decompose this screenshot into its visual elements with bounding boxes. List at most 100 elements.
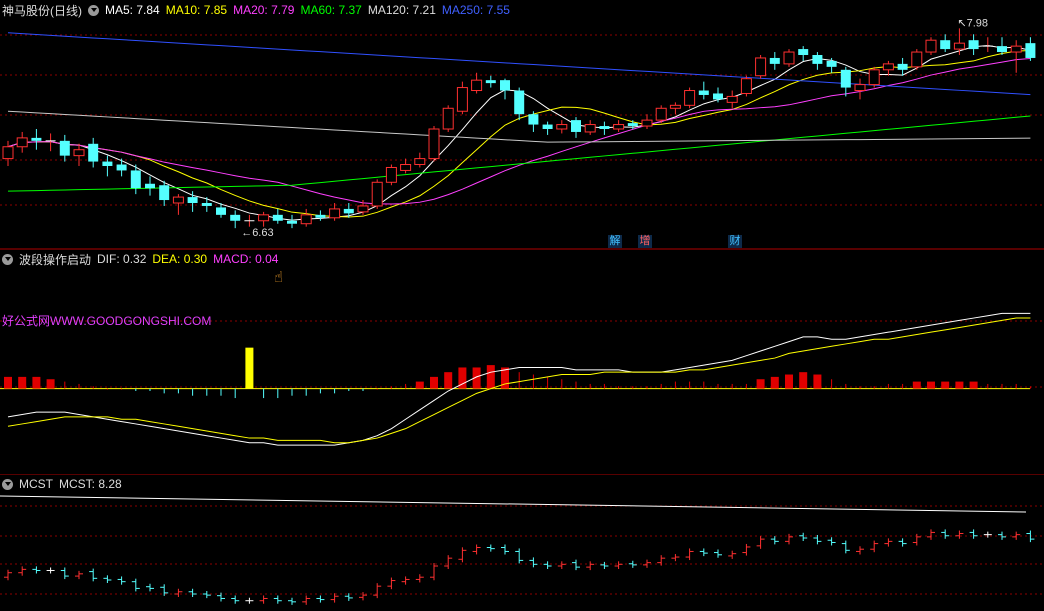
macd-bar [106,388,108,390]
macd-bar [756,379,765,389]
candle-body [172,196,184,204]
macd-bar [291,388,293,396]
macd-bar [831,379,833,389]
macd-bar [444,372,453,389]
macd-bar [731,383,733,389]
ma-label-1: MA10: 7.85 [165,3,228,17]
candle-body [584,124,596,133]
badge-zeng[interactable]: 增 [638,235,652,248]
macd-bar [927,381,935,389]
candle-body [968,40,979,50]
candle-body [471,79,483,92]
mcst-chart-svg[interactable] [0,476,1044,611]
macd-bar [263,388,265,399]
macd-bar [415,381,424,389]
macd-bar [969,381,978,389]
candle-body [329,208,341,219]
candle-body [357,205,369,213]
macd-bar [873,386,875,389]
macd-bar [703,381,705,389]
macd-bar [1015,383,1017,389]
candle-body [740,78,752,94]
macd-label-1: DEA: 0.30 [152,252,208,266]
macd-bar [902,383,904,389]
macd-bar [376,388,378,390]
badge-cai[interactable]: 财 [728,235,742,248]
candle-body [1025,43,1036,58]
macd-bar [177,388,179,394]
candle-body [911,51,923,68]
macd-bar [532,374,534,389]
macd-bar [277,388,279,399]
macd-panel[interactable]: 波段操作启动 DIF: 0.32 DEA: 0.30 MACD: 0.04 [0,251,1044,475]
ma-label-2: MA20: 7.79 [233,3,295,17]
macd-bar [1029,386,1031,389]
macd-bar [220,388,222,396]
main-chart-svg[interactable]: ←6.63 ↖7.98 [0,0,1044,250]
high-price-label: ↖7.98 [957,17,988,29]
hand-cursor-icon: ☝ [274,269,284,286]
candle-body [641,119,653,127]
candle-body [102,161,113,166]
ma-label-3: MA60: 7.37 [300,3,362,17]
macd-bar [46,379,55,389]
candle-body [698,90,709,95]
candle-body [655,107,667,121]
dropdown-icon[interactable] [2,478,13,490]
candle-body [130,170,141,189]
candle-body [826,60,837,67]
main-kline-panel[interactable]: ←6.63 ↖7.98 神马股份(日线) MA5: 7.84 MA10: 7.85 M… [0,0,1044,250]
macd-bar [206,388,208,396]
candle-body [514,90,525,115]
macd-bar [799,372,808,389]
candle-body [769,57,780,64]
candle-body [230,214,241,221]
candle-body [684,90,696,106]
macd-bar [390,386,392,389]
macd-bar [770,376,779,389]
badge-jie[interactable]: 解 [608,235,622,248]
macd-bar [859,386,861,389]
mcst-labels: MCST: 8.28 [59,477,128,491]
macd-labels: DIF: 0.32 DEA: 0.30 MACD: 0.04 [97,252,284,266]
candle-body [428,128,440,160]
candle-body [556,124,568,130]
macd-bar [941,381,950,389]
candle-body [287,220,297,224]
macd-bar [589,383,591,389]
dropdown-icon[interactable] [88,4,99,16]
candle-body [59,140,70,156]
mcst-panel[interactable]: MCST MCST: 8.28 [0,476,1044,611]
macd-bar-highlight [245,347,254,389]
candle-body [940,40,951,50]
dropdown-icon[interactable] [2,253,13,265]
candle-body [599,126,610,129]
macd-bar [32,376,41,389]
mcst-title: MCST [19,477,53,491]
macd-bar [785,374,793,389]
macd-bar [1001,383,1003,389]
macd-bar [575,381,577,389]
macd-panel-header: 波段操作启动 DIF: 0.32 DEA: 0.30 MACD: 0.04 [2,251,290,267]
macd-bar [192,388,194,396]
candle-body [613,124,625,130]
candle-body [385,166,397,183]
macd-bar [717,383,719,389]
macd-bar [518,372,520,389]
candle-body [343,208,354,214]
candle-body [456,87,468,112]
watermark: 好公式网WWW.GOODGONGSHI.COM [2,314,212,328]
candle-body [897,63,908,70]
macd-bar [618,386,620,389]
ma60-line [7,115,1031,192]
mcst-line [0,495,1027,513]
candle-body [400,164,412,171]
macd-bar [348,388,350,391]
candle-body [528,114,539,125]
macd-chart-svg[interactable] [0,251,1044,475]
macd-bar [78,383,80,389]
candle-body [798,49,809,55]
candle-body [315,214,326,218]
candle-body [414,158,426,166]
candle-body [145,183,155,189]
